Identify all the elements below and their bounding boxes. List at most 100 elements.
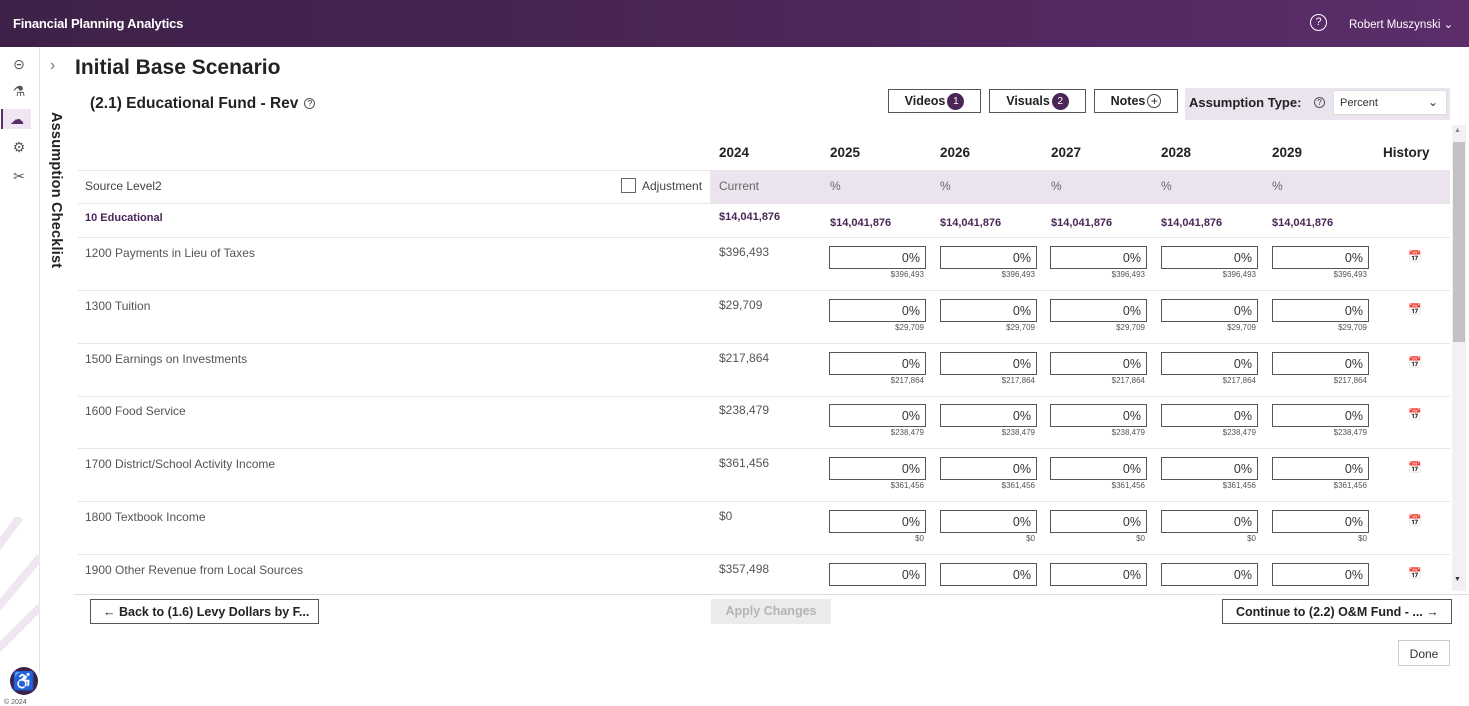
percent-input[interactable]: 0% xyxy=(1161,563,1258,586)
projected-value: $29,709 xyxy=(1227,323,1256,332)
percent-input[interactable]: 0% xyxy=(1050,352,1147,375)
percent-input[interactable]: 0% xyxy=(1272,563,1369,586)
percent-input[interactable]: 0% xyxy=(829,246,926,269)
flask-icon[interactable]: ⚗ xyxy=(9,81,29,101)
percent-input[interactable]: 0% xyxy=(1161,404,1258,427)
projected-value: $361,456 xyxy=(1333,481,1367,490)
percent-input[interactable]: 0% xyxy=(1272,510,1369,533)
percent-input[interactable]: 0% xyxy=(1161,246,1258,269)
cloud-upload-icon[interactable]: ☁ xyxy=(1,109,31,129)
projected-value: $0 xyxy=(1358,534,1367,543)
projected-value: $238,479 xyxy=(1111,428,1145,437)
gear-icon[interactable]: ⚙ xyxy=(9,137,29,157)
history-icon[interactable]: 📅 xyxy=(1408,567,1422,580)
subheader-unit: % xyxy=(1161,179,1172,193)
percent-input[interactable]: 0% xyxy=(1050,404,1147,427)
tools-icon[interactable]: ✂ xyxy=(9,166,29,186)
projected-value: $0 xyxy=(1247,534,1256,543)
videos-button[interactable]: Videos 1 xyxy=(888,89,981,113)
percent-input[interactable]: 0% xyxy=(1161,299,1258,322)
projected-value: $238,479 xyxy=(1333,428,1367,437)
scrollbar-thumb[interactable] xyxy=(1453,142,1465,342)
percent-input[interactable]: 0% xyxy=(1272,457,1369,480)
percent-input[interactable]: 0% xyxy=(940,246,1037,269)
app-title: Financial Planning Analytics xyxy=(13,16,184,31)
continue-button[interactable]: Continue to (2.2) O&M Fund - ... → xyxy=(1222,599,1452,624)
row-current-value: $217,864 xyxy=(719,351,770,365)
scroll-up-icon[interactable]: ▲ xyxy=(1454,127,1461,134)
percent-input[interactable]: 0% xyxy=(1050,299,1147,322)
history-icon[interactable]: 📅 xyxy=(1408,514,1422,527)
user-menu[interactable]: Robert Muszynski ⌄ xyxy=(1349,17,1453,31)
percent-input[interactable]: 0% xyxy=(1161,510,1258,533)
history-icon[interactable]: 📅 xyxy=(1408,461,1422,474)
percent-input[interactable]: 0% xyxy=(1050,563,1147,586)
projected-value: $238,479 xyxy=(1222,428,1256,437)
assumption-checklist-label[interactable]: Assumption Checklist xyxy=(48,112,64,268)
projected-value: $396,493 xyxy=(1222,270,1256,279)
column-header: 2026 xyxy=(940,145,971,160)
projected-value: $396,493 xyxy=(890,270,924,279)
row-label: 1800 Textbook Income xyxy=(85,510,206,524)
help-icon[interactable]: ? xyxy=(1310,14,1327,31)
divider xyxy=(78,203,1450,204)
accessibility-icon[interactable]: ♿ xyxy=(10,667,38,695)
projected-value: $361,456 xyxy=(890,481,924,490)
group-value: $14,041,876 xyxy=(719,211,781,223)
percent-input[interactable]: 0% xyxy=(829,352,926,375)
subheader-unit: % xyxy=(830,179,841,193)
history-icon[interactable]: 📅 xyxy=(1408,303,1422,316)
row-current-value: $0 xyxy=(719,509,733,523)
done-button[interactable]: Done xyxy=(1398,640,1450,666)
percent-input[interactable]: 0% xyxy=(1050,246,1147,269)
back-button[interactable]: ← Back to (1.6) Levy Dollars by F... xyxy=(90,599,319,624)
percent-input[interactable]: 0% xyxy=(940,457,1037,480)
percent-input[interactable]: 0% xyxy=(829,510,926,533)
apply-changes-button[interactable]: Apply Changes xyxy=(711,599,831,624)
percent-input[interactable]: 0% xyxy=(940,510,1037,533)
row-label: 1300 Tuition xyxy=(85,299,151,313)
assumption-type-label: Assumption Type: xyxy=(1189,95,1302,110)
projected-value: $361,456 xyxy=(1001,481,1035,490)
percent-input[interactable]: 0% xyxy=(1272,404,1369,427)
adjustment-checkbox[interactable] xyxy=(621,178,636,193)
history-icon[interactable]: 📅 xyxy=(1408,250,1422,263)
row-label: 1200 Payments in Lieu of Taxes xyxy=(85,246,255,260)
history-icon[interactable]: 📅 xyxy=(1408,356,1422,369)
percent-input[interactable]: 0% xyxy=(1050,457,1147,480)
percent-input[interactable]: 0% xyxy=(829,457,926,480)
subheader-unit: % xyxy=(1051,179,1062,193)
percent-input[interactable]: 0% xyxy=(1272,299,1369,322)
divider xyxy=(78,290,1450,291)
percent-input[interactable]: 0% xyxy=(829,563,926,586)
percent-input[interactable]: 0% xyxy=(1272,352,1369,375)
divider xyxy=(78,396,1450,397)
percent-input[interactable]: 0% xyxy=(940,404,1037,427)
scroll-down-icon[interactable]: ▼ xyxy=(1454,576,1461,583)
percent-input[interactable]: 0% xyxy=(1050,510,1147,533)
chevron-right-icon[interactable]: › xyxy=(50,57,55,75)
assumption-type-select[interactable]: Percent ⌄ xyxy=(1333,90,1447,115)
percent-input[interactable]: 0% xyxy=(1161,457,1258,480)
percent-input[interactable]: 0% xyxy=(940,563,1037,586)
percent-input[interactable]: 0% xyxy=(829,299,926,322)
percent-input[interactable]: 0% xyxy=(1161,352,1258,375)
projected-value: $217,864 xyxy=(890,376,924,385)
visuals-count-badge: 2 xyxy=(1051,92,1069,110)
notes-button[interactable]: Notes + xyxy=(1094,89,1178,113)
row-label: 1700 District/School Activity Income xyxy=(85,457,276,471)
help-icon[interactable]: ? xyxy=(1314,97,1325,108)
visuals-button[interactable]: Visuals 2 xyxy=(989,89,1086,113)
percent-input[interactable]: 0% xyxy=(829,404,926,427)
row-label: 1500 Earnings on Investments xyxy=(85,352,248,366)
expand-arrow-icon[interactable]: ⊝ xyxy=(9,54,29,74)
column-header: 2029 xyxy=(1272,145,1303,160)
history-icon[interactable]: 📅 xyxy=(1408,408,1422,421)
help-icon[interactable]: ? xyxy=(304,98,316,110)
percent-input[interactable]: 0% xyxy=(940,299,1037,322)
assumption-type-value: Percent xyxy=(1340,97,1378,109)
percent-input[interactable]: 0% xyxy=(1272,246,1369,269)
row-current-value: $238,479 xyxy=(719,403,770,417)
projected-value: $217,864 xyxy=(1111,376,1145,385)
percent-input[interactable]: 0% xyxy=(940,352,1037,375)
